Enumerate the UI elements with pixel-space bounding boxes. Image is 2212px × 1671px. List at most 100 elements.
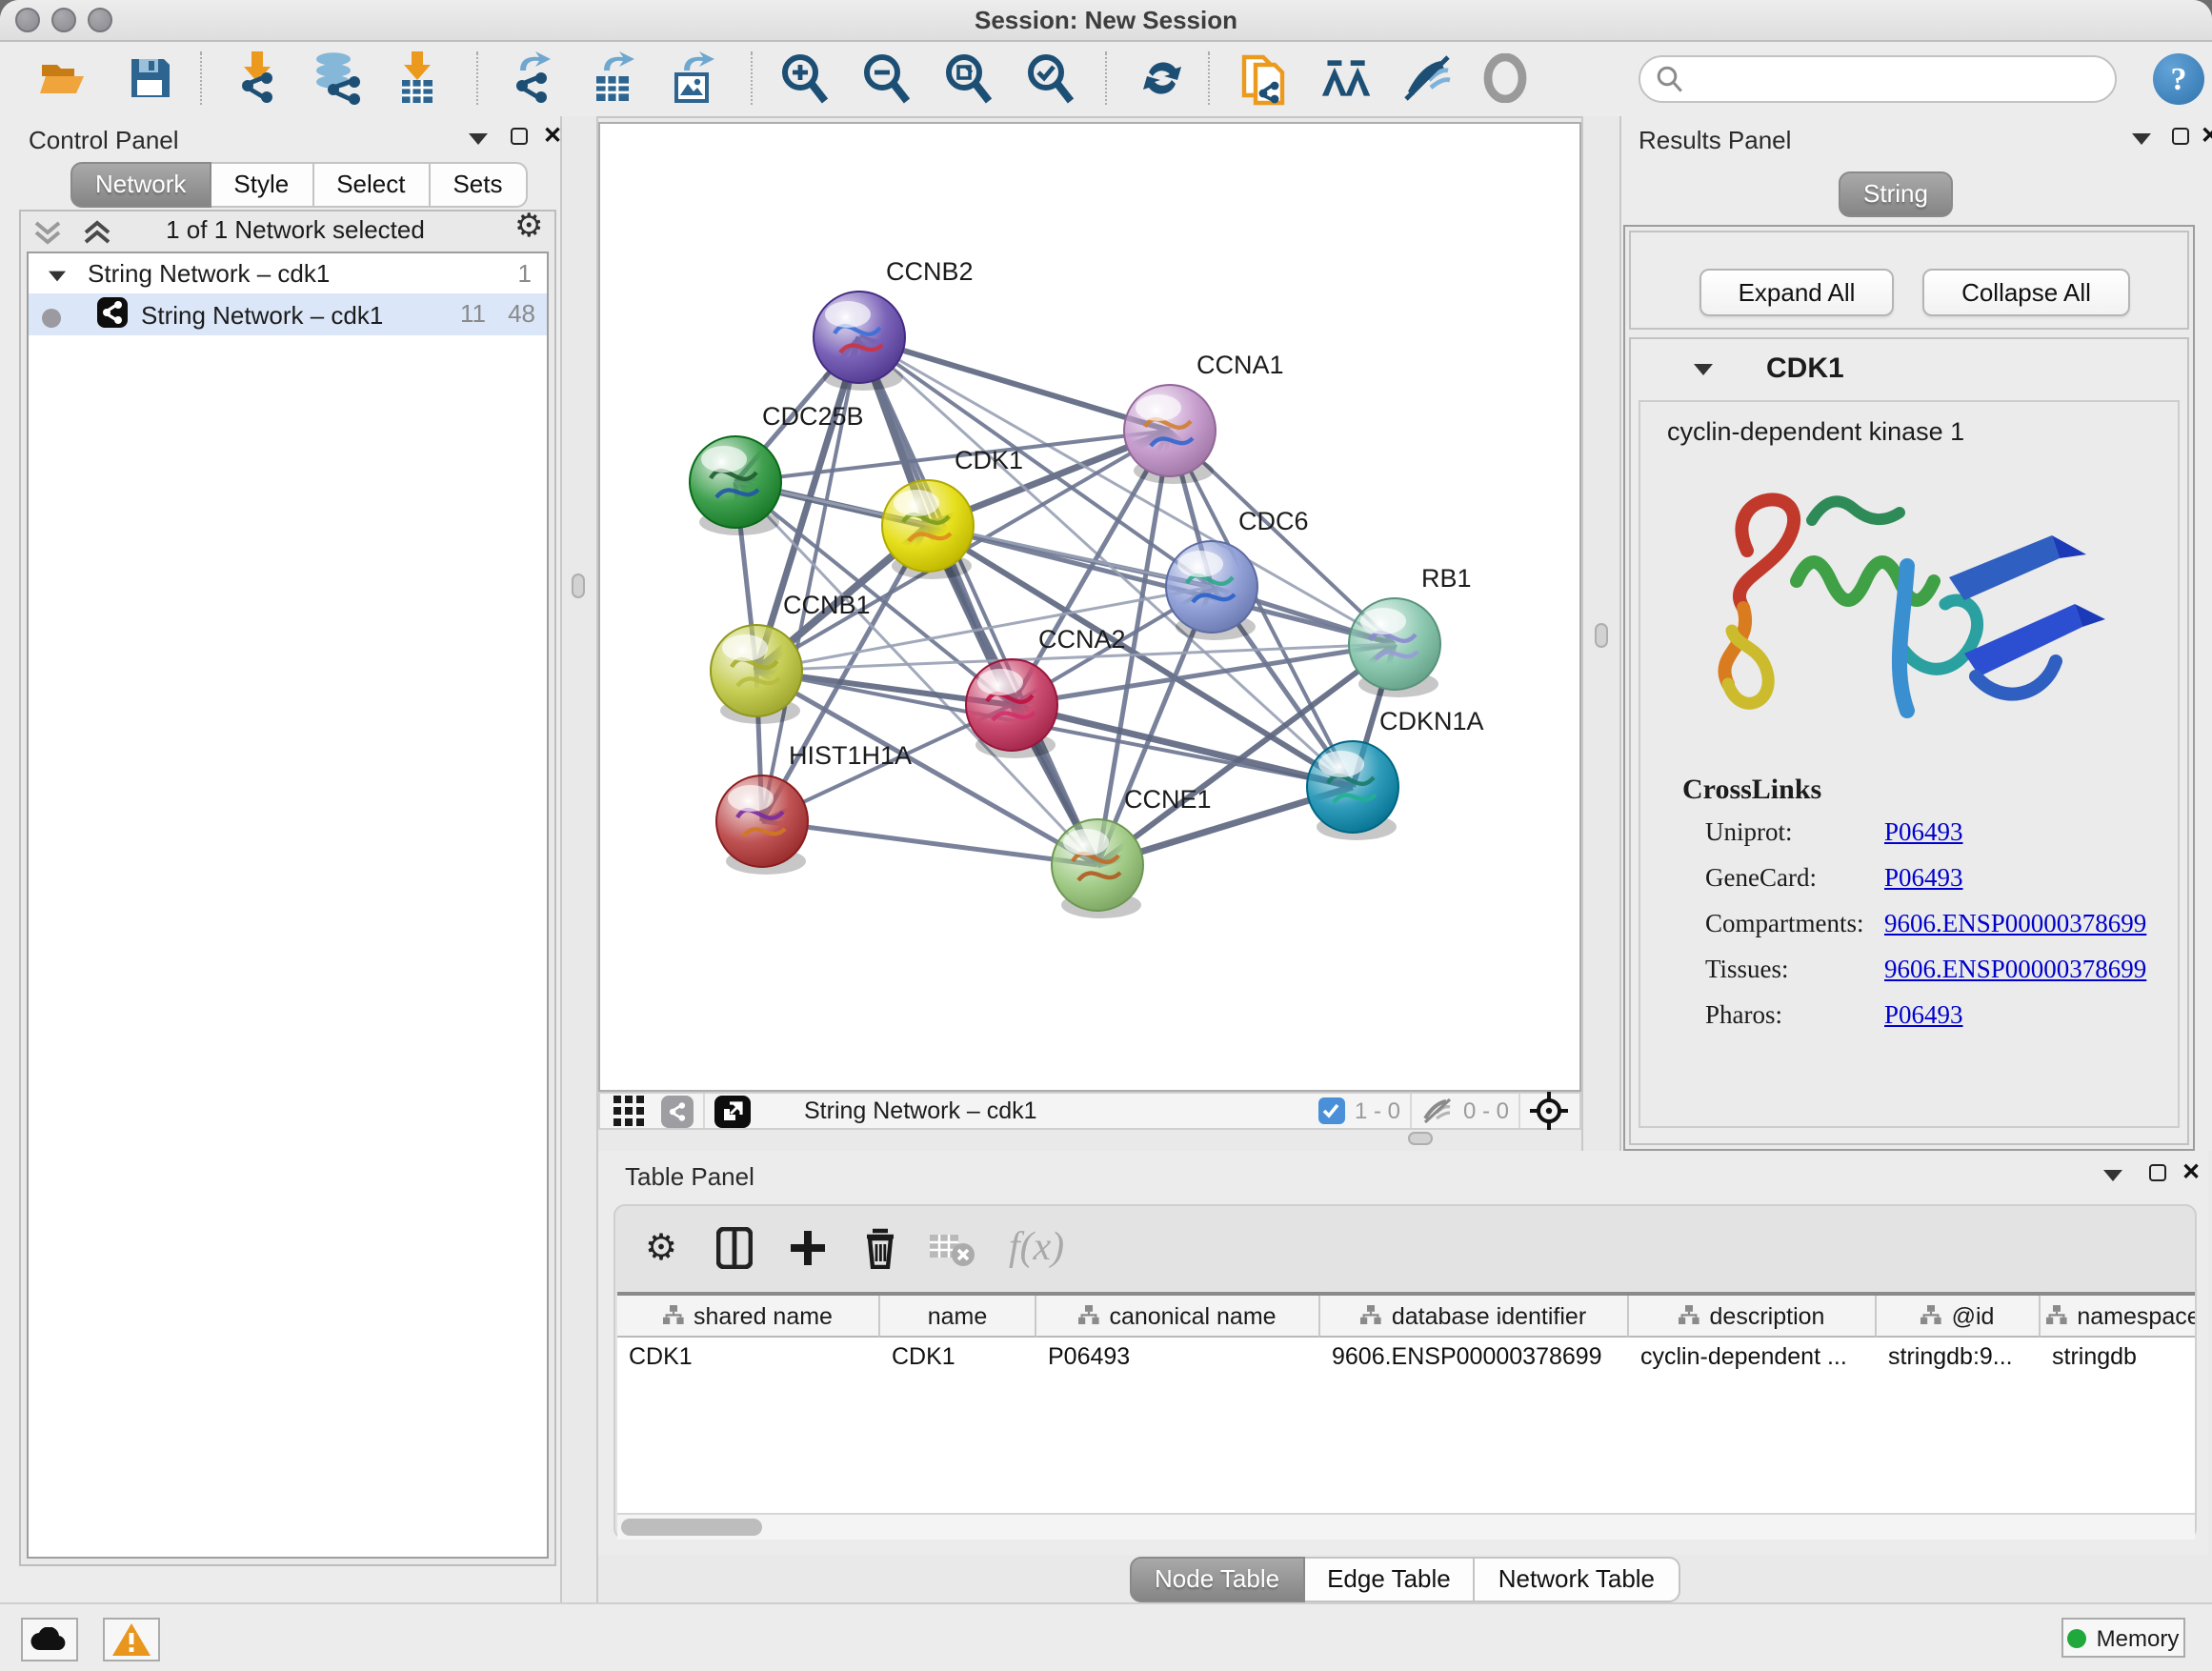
- table-cell[interactable]: 9606.ENSP00000378699: [1320, 1338, 1629, 1376]
- function-builder-icon[interactable]: f(x): [998, 1219, 1075, 1273]
- table-cell[interactable]: stringdb: [2041, 1338, 2195, 1376]
- left-splitter[interactable]: [560, 116, 598, 1602]
- zoom-fit-icon[interactable]: [941, 46, 995, 111]
- panel-menu-icon[interactable]: [469, 133, 488, 145]
- section-collapse-icon[interactable]: [1694, 364, 1713, 375]
- clone-network-icon[interactable]: [1238, 46, 1292, 111]
- save-session-icon[interactable]: [124, 46, 177, 111]
- right-splitter-handle[interactable]: [1595, 623, 1608, 648]
- node-CCNA1[interactable]: CCNA1: [1124, 351, 1284, 484]
- table-cell[interactable]: CDK1: [617, 1338, 880, 1376]
- network-row-selected[interactable]: String Network – cdk1 11 48: [29, 293, 547, 335]
- create-column-icon[interactable]: [783, 1223, 833, 1273]
- tab-style[interactable]: Style: [211, 162, 313, 208]
- column-header-description[interactable]: description: [1629, 1296, 1877, 1338]
- edge-CCNB2-CCNA1[interactable]: [859, 337, 1170, 431]
- node-HIST1H1A[interactable]: HIST1H1A: [716, 741, 912, 875]
- crosslink-value[interactable]: P06493: [1884, 1000, 1963, 1031]
- panel-float-icon[interactable]: [2172, 128, 2189, 145]
- horizontal-splitter-handle[interactable]: [1408, 1132, 1433, 1145]
- column-header-sharedname[interactable]: shared name: [617, 1296, 880, 1338]
- search-input[interactable]: [1639, 55, 2117, 103]
- export-image-icon[interactable]: [667, 46, 720, 111]
- panel-menu-icon[interactable]: [2103, 1170, 2122, 1181]
- node-CDKN1A[interactable]: CDKN1A: [1307, 707, 1484, 840]
- tab-network[interactable]: Network: [70, 162, 211, 208]
- help-button[interactable]: ?: [2153, 53, 2204, 105]
- first-neighbors-icon[interactable]: [1320, 46, 1374, 111]
- right-splitter[interactable]: [1581, 116, 1621, 1151]
- import-network-from-file-icon[interactable]: [231, 46, 284, 111]
- network-canvas[interactable]: CCNB2CCNA1CDC25BCDK1CDC6RB1CCNB1CCNA2CDK…: [598, 122, 1581, 1092]
- tab-node-table[interactable]: Node Table: [1130, 1557, 1304, 1602]
- collection-expand-icon[interactable]: [48, 253, 67, 293]
- cloud-button[interactable]: [21, 1618, 78, 1661]
- network-view-icon[interactable]: [661, 1095, 694, 1127]
- show-all-icon[interactable]: [1478, 46, 1532, 111]
- crosslink-value[interactable]: P06493: [1884, 817, 1963, 848]
- refresh-icon[interactable]: [1136, 46, 1189, 111]
- node-CCNE1[interactable]: CCNE1: [1052, 785, 1212, 918]
- table-cell[interactable]: stringdb:9...: [1877, 1338, 2041, 1376]
- hide-selected-icon[interactable]: [1402, 46, 1456, 111]
- tab-edge-table[interactable]: Edge Table: [1304, 1557, 1476, 1602]
- panel-menu-icon[interactable]: [2132, 133, 2151, 145]
- delete-column-icon[interactable]: [855, 1223, 905, 1273]
- tab-string[interactable]: String: [1839, 171, 1953, 217]
- zoom-out-icon[interactable]: [859, 46, 913, 111]
- table-cell[interactable]: cyclin-dependent ...: [1629, 1338, 1877, 1376]
- column-header-label: database identifier: [1392, 1302, 1586, 1329]
- memory-button[interactable]: Memory: [2061, 1618, 2185, 1658]
- node-highlight: [825, 301, 871, 328]
- grid-view-icon[interactable]: [613, 1095, 646, 1127]
- tab-select[interactable]: Select: [313, 162, 430, 208]
- zoom-in-icon[interactable]: [777, 46, 831, 111]
- column-header-databaseidentifier[interactable]: database identifier: [1320, 1296, 1629, 1338]
- open-session-icon[interactable]: [36, 46, 90, 111]
- column-header-canonicalname[interactable]: canonical name: [1036, 1296, 1320, 1338]
- scrollbar-thumb[interactable]: [621, 1519, 762, 1536]
- import-table-from-file-icon[interactable]: [391, 46, 444, 111]
- left-splitter-handle[interactable]: [572, 574, 585, 598]
- crosslink-value[interactable]: 9606.ENSP00000378699: [1884, 909, 2146, 939]
- delete-table-icon[interactable]: [928, 1227, 977, 1273]
- node-CCNB2[interactable]: CCNB2: [814, 257, 974, 391]
- column-header-id[interactable]: @id: [1877, 1296, 2041, 1338]
- tab-network-table[interactable]: Network Table: [1476, 1557, 1679, 1602]
- column-header-name[interactable]: name: [880, 1296, 1036, 1338]
- collapse-all-chevrons-icon[interactable]: [30, 217, 126, 248]
- column-header-namespace[interactable]: namespace: [2041, 1296, 2195, 1338]
- panel-close-icon[interactable]: ✕: [2201, 126, 2212, 145]
- export-network-icon[interactable]: [507, 46, 560, 111]
- import-network-from-database-icon[interactable]: [311, 46, 364, 111]
- panel-float-icon[interactable]: [2149, 1164, 2166, 1181]
- crosslink-label: GeneCard:: [1705, 863, 1817, 892]
- network-collection-row[interactable]: String Network – cdk1 1: [29, 253, 547, 293]
- table-gear-icon[interactable]: ⚙: [636, 1223, 686, 1273]
- show-columns-icon[interactable]: [709, 1223, 758, 1273]
- crosslink-value[interactable]: 9606.ENSP00000378699: [1884, 955, 2146, 985]
- zoom-selected-icon[interactable]: [1023, 46, 1076, 111]
- panel-close-icon[interactable]: ✕: [2182, 1162, 2201, 1181]
- collapse-all-button[interactable]: Collapse All: [1922, 269, 2130, 316]
- table-cell[interactable]: CDK1: [880, 1338, 1036, 1376]
- node-RB1[interactable]: RB1: [1349, 564, 1472, 697]
- export-table-icon[interactable]: [587, 46, 640, 111]
- detach-view-icon[interactable]: [714, 1095, 751, 1127]
- node-CCNB1[interactable]: CCNB1: [711, 591, 871, 724]
- crosslink-value[interactable]: P06493: [1884, 863, 1963, 894]
- node-highlight: [1136, 394, 1181, 421]
- expand-all-button[interactable]: Expand All: [1699, 269, 1894, 316]
- birdseye-icon[interactable]: [1530, 1092, 1568, 1130]
- table-horizontal-scrollbar[interactable]: [617, 1513, 2195, 1540]
- selected-checkbox-icon[interactable]: [1318, 1097, 1345, 1124]
- edge-CCNE1-HIST1H1A[interactable]: [762, 821, 1097, 865]
- network-graph[interactable]: CCNB2CCNA1CDC25BCDK1CDC6RB1CCNB1CCNA2CDK…: [600, 124, 1579, 1090]
- tab-sets[interactable]: Sets: [430, 162, 527, 208]
- panel-float-icon[interactable]: [511, 128, 528, 145]
- network-options-gear-icon[interactable]: ⚙: [514, 208, 544, 246]
- warnings-button[interactable]: [103, 1618, 160, 1661]
- table-cell[interactable]: P06493: [1036, 1338, 1320, 1376]
- edge-CCNB2-CCNE1[interactable]: [859, 337, 1097, 865]
- results-scroll-area: Expand All Collapse All CDK1 cyclin-depe…: [1623, 225, 2195, 1151]
